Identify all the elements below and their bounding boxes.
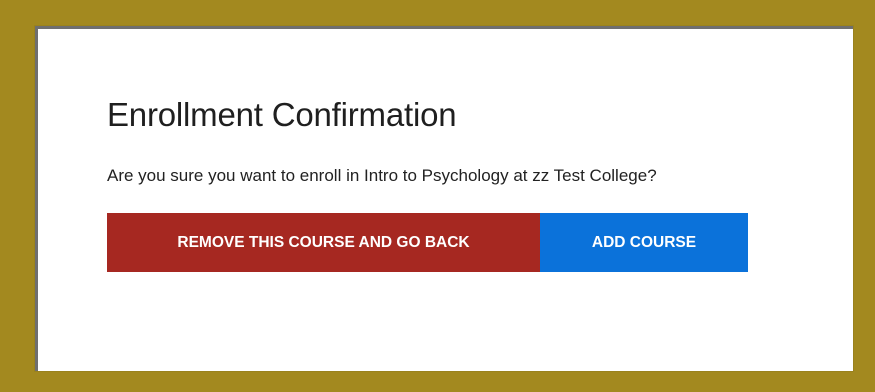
dialog-actions: REMOVE THIS COURSE AND GO BACK ADD COURS… (107, 213, 748, 272)
enrollment-confirmation-dialog: Enrollment Confirmation Are you sure you… (35, 26, 853, 371)
remove-course-button[interactable]: REMOVE THIS COURSE AND GO BACK (107, 213, 540, 272)
confirmation-message: Are you sure you want to enroll in Intro… (107, 166, 657, 185)
add-course-button[interactable]: ADD COURSE (540, 213, 748, 272)
page-frame: Enrollment Confirmation Are you sure you… (0, 0, 875, 392)
dialog-title: Enrollment Confirmation (107, 96, 457, 133)
